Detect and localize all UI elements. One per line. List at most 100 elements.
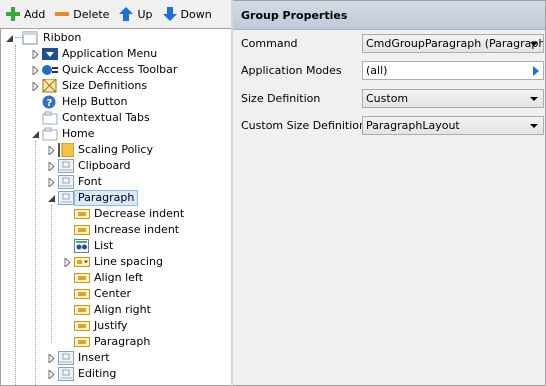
expand-icon[interactable]: [47, 178, 56, 187]
expand-icon[interactable]: [47, 162, 56, 171]
expand-icon[interactable]: [31, 82, 40, 91]
expand-icon[interactable]: [47, 354, 56, 363]
chevron-down-icon: [530, 97, 538, 101]
command-value: CmdGroupParagraph (Paragraph): [366, 37, 544, 50]
arrow-down-icon: [162, 6, 178, 22]
tree-node-paragraph-selected[interactable]: Paragraph: [1, 190, 229, 206]
tree-label: Application Menu: [62, 47, 158, 60]
expand-icon[interactable]: [47, 146, 56, 155]
tree-label: Insert: [78, 351, 110, 364]
tree-node-align-left[interactable]: Align left: [1, 270, 229, 286]
chevron-down-icon: [530, 124, 538, 128]
tree-node-scaling-policy[interactable]: Scaling Policy: [1, 142, 229, 158]
tree-node-editing[interactable]: Editing: [1, 366, 229, 382]
tree-label: Paragraph: [94, 335, 151, 348]
expand-icon[interactable]: [63, 258, 72, 267]
tree-node-align-right[interactable]: Align right: [1, 302, 229, 318]
tree-label: Help Button: [62, 95, 128, 108]
tree-node-paragraph-button[interactable]: Paragraph: [1, 334, 229, 350]
command-combobox[interactable]: CmdGroupParagraph (Paragraph): [362, 34, 544, 53]
contextual-tabs-icon: [42, 111, 58, 125]
tree-label: Decrease indent: [94, 207, 185, 220]
ribbon-tree[interactable]: Ribbon Application Menu Quick Access Too…: [0, 28, 232, 386]
down-button-label: Down: [180, 7, 212, 21]
tree-node-clipboard[interactable]: Clipboard: [1, 158, 229, 174]
command-label: Command: [241, 37, 298, 50]
tree-label: Align left: [94, 271, 143, 284]
collapse-icon[interactable]: [5, 34, 14, 43]
expand-arrow-icon[interactable]: [533, 66, 539, 76]
tree-node-ribbon[interactable]: Ribbon: [1, 30, 229, 46]
expand-icon[interactable]: [47, 370, 56, 379]
button-icon: [74, 207, 90, 221]
application-modes-field[interactable]: (all): [362, 61, 544, 80]
tree-label: Line spacing: [94, 255, 163, 268]
tree-node-justify[interactable]: Justify: [1, 318, 229, 334]
tree-node-home[interactable]: Home: [1, 126, 229, 142]
group-icon: [58, 159, 74, 173]
button-icon: [74, 223, 90, 237]
down-button[interactable]: Down: [157, 3, 216, 25]
size-definitions-icon: [42, 78, 58, 93]
tree-label: Increase indent: [94, 223, 180, 236]
split-button-icon: [74, 255, 90, 269]
group-properties-panel: Group Properties Command CmdGroupParagra…: [233, 0, 546, 386]
tree-label: Quick Access Toolbar: [62, 63, 178, 76]
tree-node-line-spacing[interactable]: Line spacing: [1, 254, 229, 270]
custom-size-definition-combobox[interactable]: ParagraphLayout: [362, 116, 544, 135]
application-menu-icon: [42, 47, 58, 61]
tree-node-font[interactable]: Font: [1, 174, 229, 190]
tree-label: Scaling Policy: [78, 143, 153, 156]
tree-node-insert[interactable]: Insert: [1, 350, 229, 366]
chevron-down-icon: [530, 42, 538, 46]
tree-label: Font: [78, 175, 102, 188]
dropdown-gallery-icon: [74, 239, 90, 253]
button-icon: [74, 287, 90, 301]
up-button[interactable]: Up: [113, 3, 156, 25]
tree-node-contextual-tabs[interactable]: Contextual Tabs: [1, 110, 229, 126]
size-definition-label: Size Definition: [241, 92, 321, 105]
size-definition-value: Custom: [366, 92, 409, 105]
expand-icon[interactable]: [31, 50, 40, 59]
tab-icon: [42, 127, 58, 141]
tree-label: Paragraph: [74, 190, 139, 206]
tree-node-increase-indent[interactable]: Increase indent: [1, 222, 229, 238]
tree-node-application-menu[interactable]: Application Menu: [1, 46, 229, 62]
button-icon: [74, 303, 90, 317]
quick-access-toolbar-icon: [42, 63, 58, 77]
delete-button[interactable]: Delete: [49, 3, 113, 25]
custom-size-definition-value: ParagraphLayout: [366, 119, 460, 132]
tree-label: Ribbon: [43, 31, 82, 44]
up-button-label: Up: [137, 7, 153, 21]
application-modes-value: (all): [366, 64, 388, 77]
tree-node-decrease-indent[interactable]: Decrease indent: [1, 206, 229, 222]
button-icon: [74, 319, 90, 333]
tree-node-size-definitions[interactable]: Size Definitions: [1, 78, 229, 94]
application-modes-label: Application Modes: [241, 64, 342, 77]
tree-label: Justify: [94, 319, 128, 332]
tree-label: Editing: [78, 367, 117, 380]
group-icon: [58, 351, 74, 365]
tree-node-quick-access-toolbar[interactable]: Quick Access Toolbar: [1, 62, 229, 78]
toolbar: Add Delete Up Down: [0, 0, 232, 28]
tree-node-center[interactable]: Center: [1, 286, 229, 302]
group-icon: [58, 175, 74, 189]
tree-label: Home: [62, 127, 95, 140]
button-icon: [74, 271, 90, 285]
ribbon-icon: [22, 31, 38, 45]
expand-icon[interactable]: [31, 66, 40, 75]
group-icon: [58, 191, 74, 205]
plus-icon: [5, 6, 21, 22]
add-button-label: Add: [24, 7, 46, 21]
tree-node-list[interactable]: List: [1, 238, 229, 254]
size-definition-combobox[interactable]: Custom: [362, 89, 544, 108]
tree-label: Size Definitions: [62, 79, 148, 92]
add-button[interactable]: Add: [0, 3, 49, 25]
collapse-icon[interactable]: [31, 130, 40, 139]
tree-node-help-button[interactable]: ? Help Button: [1, 94, 229, 110]
group-icon: [58, 367, 74, 381]
collapse-icon[interactable]: [47, 194, 56, 203]
arrow-up-icon: [118, 6, 134, 22]
help-icon: ?: [42, 95, 58, 109]
tree-label: Clipboard: [78, 159, 131, 172]
